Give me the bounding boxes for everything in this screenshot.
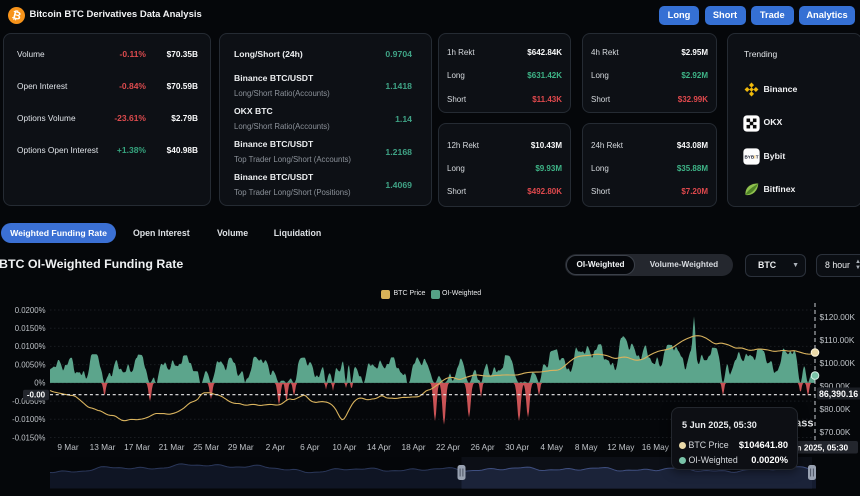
svg-text:$100.00K: $100.00K [820, 358, 856, 368]
svg-text:14 Apr: 14 Apr [367, 442, 391, 452]
svg-text:21 Mar: 21 Mar [159, 442, 185, 452]
svg-text:9 Mar: 9 Mar [57, 442, 78, 452]
svg-text:16 May: 16 May [642, 442, 670, 452]
svg-text:86,390.16: 86,390.16 [819, 389, 858, 399]
svg-text:0.0200%: 0.0200% [15, 306, 46, 315]
svg-text:-0.0150%: -0.0150% [12, 433, 45, 442]
svg-text:12 May: 12 May [607, 442, 635, 452]
svg-text:0.0100%: 0.0100% [15, 342, 46, 351]
svg-text:13 Mar: 13 Mar [90, 442, 116, 452]
svg-text:6 Apr: 6 Apr [300, 442, 320, 452]
svg-text:17 Mar: 17 Mar [124, 442, 150, 452]
svg-text:$120.00K: $120.00K [820, 312, 856, 322]
svg-text:$80.00K: $80.00K [820, 404, 851, 414]
svg-text:8 May: 8 May [575, 442, 598, 452]
svg-text:$70.00K: $70.00K [820, 427, 851, 437]
svg-text:26 Apr: 26 Apr [471, 442, 495, 452]
svg-text:0%: 0% [34, 379, 45, 388]
svg-text:0.0150%: 0.0150% [15, 324, 46, 333]
svg-text:0.0050%: 0.0050% [15, 360, 46, 369]
svg-text:10 Apr: 10 Apr [332, 442, 356, 452]
svg-text:30 Apr: 30 Apr [505, 442, 529, 452]
svg-text:BYB!T: BYB!T [744, 155, 758, 160]
svg-text:4 May: 4 May [540, 442, 563, 452]
svg-text:2 Apr: 2 Apr [266, 442, 286, 452]
svg-text:25 Mar: 25 Mar [193, 442, 219, 452]
svg-text:$110.00K: $110.00K [820, 335, 855, 345]
svg-text:18 Apr: 18 Apr [402, 442, 426, 452]
svg-text:-0.0100%: -0.0100% [12, 415, 45, 424]
svg-text:22 Apr: 22 Apr [436, 442, 460, 452]
svg-text:-0.00: -0.00 [27, 391, 46, 400]
svg-text:29 Mar: 29 Mar [228, 442, 254, 452]
